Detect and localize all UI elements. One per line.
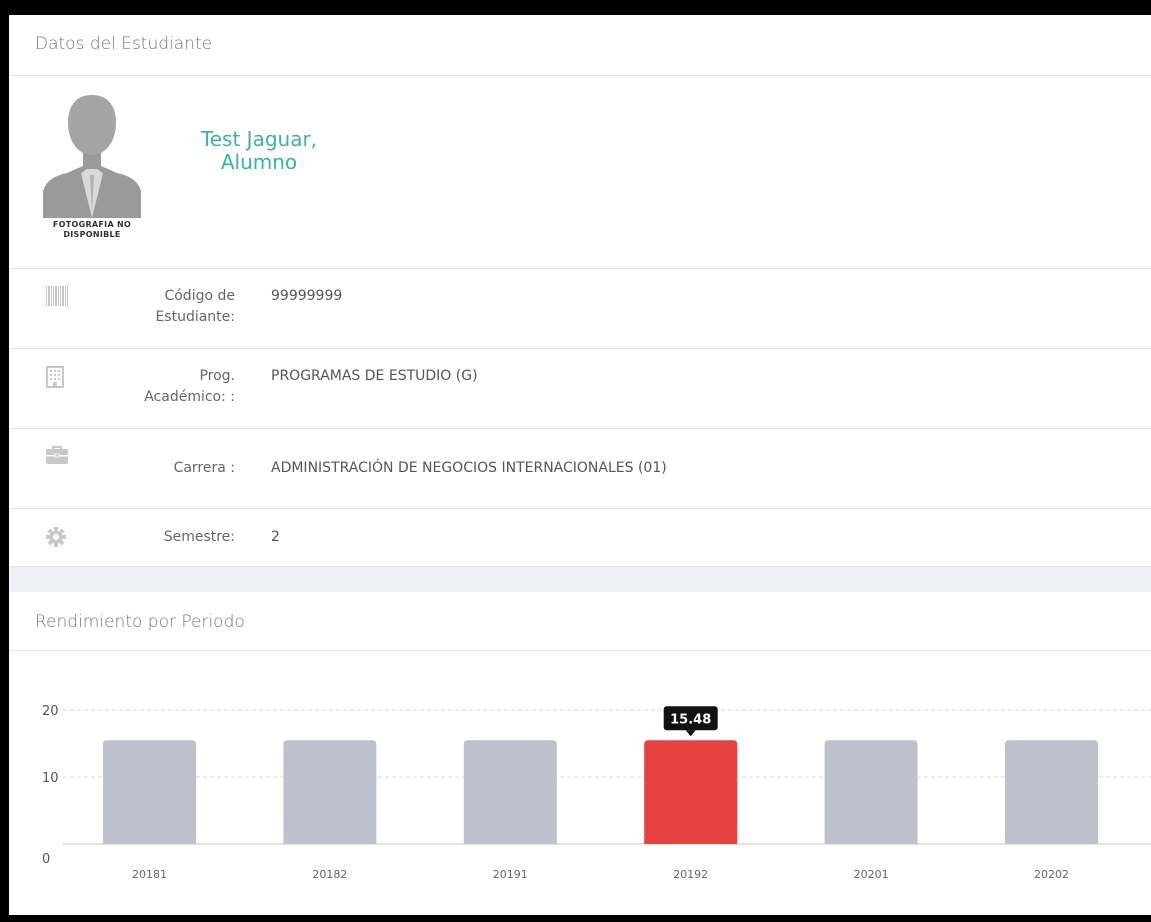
x-tick-label: 20181: [132, 868, 167, 881]
photo-unavailable-caption: FOTOGRAFIA NO DISPONIBLE: [52, 220, 132, 239]
student-card-header: Datos del Estudiante: [9, 15, 1151, 76]
bar-20201: [824, 740, 918, 844]
person-silhouette-icon: [43, 95, 141, 218]
student-card-title: Datos del Estudiante: [35, 34, 213, 54]
avatar: FOTOGRAFIA NO DISPONIBLE: [43, 93, 173, 248]
career-label: Carrera :: [173, 460, 235, 476]
academic-program-value: PROGRAMAS DE ESTUDIO (G): [271, 368, 478, 384]
gear-icon: [46, 527, 66, 547]
career-value: ADMINISTRACIÓN DE NEGOCIOS INTERNACIONAL…: [271, 460, 667, 476]
bar-20192: [644, 740, 738, 844]
x-tick-label: 20192: [673, 868, 708, 881]
tooltip-value: 15.48: [670, 712, 711, 727]
section-separator: [9, 567, 1151, 592]
performance-card-header: Rendimiento por Periodo: [9, 592, 1151, 651]
bar-chart: 0 10 20 20181 20182 20191 20192 20201 20202 15.48: [42, 704, 1151, 881]
academic-program-row: Prog. Académico: : PROGRAMAS DE ESTUDIO …: [9, 349, 1151, 429]
academic-program-label: Prog. Académico: :: [144, 368, 235, 405]
y-tick-label: 10: [42, 771, 59, 786]
student-code-label: Código de Estudiante:: [155, 288, 235, 325]
student-code-value: 99999999: [271, 288, 343, 304]
career-row: Carrera : ADMINISTRACIÓN DE NEGOCIOS INT…: [9, 429, 1151, 509]
barcode-icon: [46, 286, 68, 306]
briefcase-icon: [46, 446, 68, 466]
x-tick-label: 20201: [854, 868, 889, 881]
semester-row: Semestre: 2: [9, 509, 1151, 567]
bar-20182: [283, 740, 377, 844]
building-icon: [46, 366, 66, 388]
semester-value: 2: [271, 529, 280, 545]
y-tick-label: 0: [42, 852, 50, 867]
semester-label: Semestre:: [163, 529, 235, 545]
performance-chart: 0 10 20 20181 20182 20191 20192 20201 20202 15.48: [9, 651, 1151, 915]
bar-20202: [1005, 740, 1098, 844]
x-tick-label: 20202: [1034, 868, 1069, 881]
bar-20191: [463, 740, 557, 844]
tooltip-arrow: [685, 730, 696, 737]
x-tick-label: 20191: [493, 868, 528, 881]
student-profile: FOTOGRAFIA NO DISPONIBLE Test Jaguar, Al…: [9, 76, 1151, 269]
student-code-row: Código de Estudiante: 99999999: [9, 269, 1151, 349]
student-dashboard: Datos del Estudiante FOTOGRAFIA NO DISPO…: [9, 15, 1151, 915]
bar-20181: [103, 740, 196, 844]
student-name: Test Jaguar, Alumno: [200, 127, 318, 174]
performance-card-title: Rendimiento por Periodo: [35, 612, 245, 632]
y-tick-label: 20: [42, 704, 59, 719]
x-tick-label: 20182: [312, 868, 347, 881]
